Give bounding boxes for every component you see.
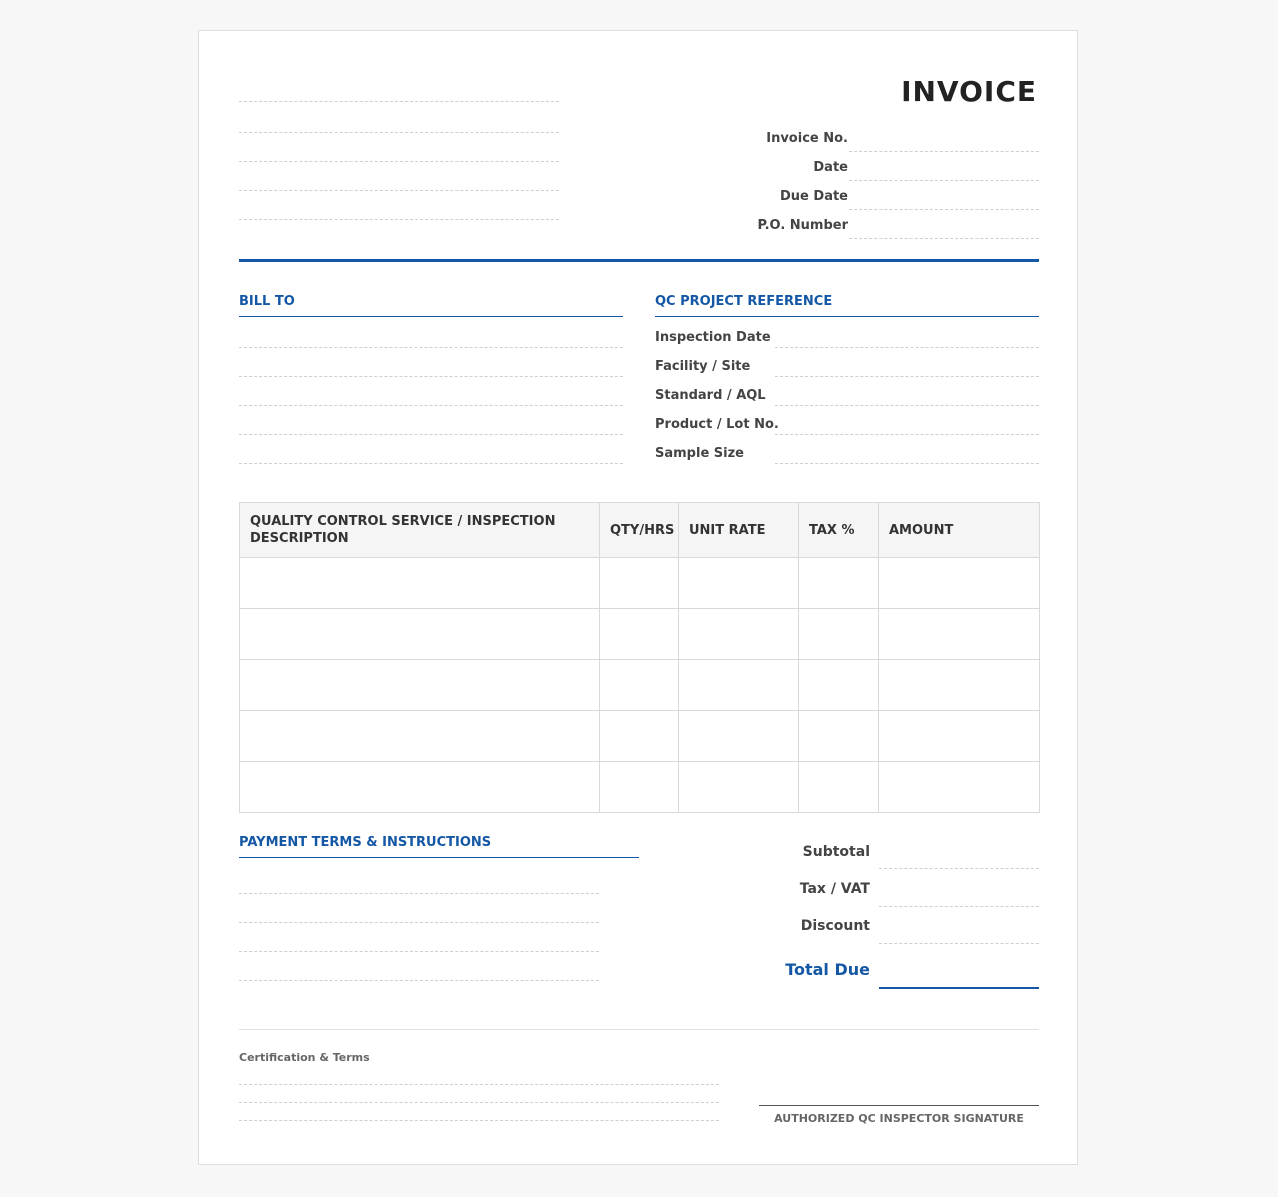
certification-terms-label: Certification & Terms <box>239 1051 370 1064</box>
po-number-label: P.O. Number <box>757 218 848 233</box>
rate-cell[interactable] <box>678 761 799 813</box>
amount-cell[interactable] <box>878 659 1040 711</box>
tax-cell[interactable] <box>798 761 879 813</box>
certification-line-3[interactable] <box>239 1120 719 1121</box>
description-column-header: QUALITY CONTROL SERVICE / INSPECTION DES… <box>239 502 600 558</box>
discount-field[interactable] <box>879 943 1039 944</box>
bill-to-line-1[interactable] <box>239 347 623 348</box>
bill-to-line-2[interactable] <box>239 376 623 377</box>
due-date-label: Due Date <box>780 189 848 204</box>
date-field[interactable] <box>849 180 1039 181</box>
bill-to-line-4[interactable] <box>239 434 623 435</box>
tax-cell[interactable] <box>798 557 879 609</box>
table-row <box>239 659 1040 711</box>
bill-to-line-5[interactable] <box>239 463 623 464</box>
qc-project-reference-heading: QC PROJECT REFERENCE <box>655 294 833 309</box>
description-cell[interactable] <box>239 710 600 762</box>
certification-line-1[interactable] <box>239 1084 719 1085</box>
standard-aql-label: Standard / AQL <box>655 388 766 403</box>
description-cell[interactable] <box>239 608 600 660</box>
total-due-field[interactable] <box>879 987 1039 989</box>
invoice-page: INVOICE Invoice No. Date Due Date P.O. N… <box>198 30 1078 1165</box>
payment-line-3[interactable] <box>239 951 599 952</box>
unit-rate-column-header: UNIT RATE <box>678 502 799 558</box>
qty-hrs-column-header: QTY/HRS <box>599 502 679 558</box>
rate-cell[interactable] <box>678 608 799 660</box>
line-items-table: QUALITY CONTROL SERVICE / INSPECTION DES… <box>239 502 1040 813</box>
product-lot-field[interactable] <box>775 434 1039 435</box>
bill-to-line-3[interactable] <box>239 405 623 406</box>
invoice-number-label: Invoice No. <box>766 131 848 146</box>
amount-cell[interactable] <box>878 761 1040 813</box>
description-cell[interactable] <box>239 761 600 813</box>
tax-cell[interactable] <box>798 659 879 711</box>
signature-label: AUTHORIZED QC INSPECTOR SIGNATURE <box>774 1112 1024 1125</box>
tax-column-header: TAX % <box>798 502 879 558</box>
description-cell[interactable] <box>239 659 600 711</box>
payment-line-1[interactable] <box>239 893 599 894</box>
tax-cell[interactable] <box>798 608 879 660</box>
qty-cell[interactable] <box>599 761 679 813</box>
inspection-date-label: Inspection Date <box>655 330 771 345</box>
amount-cell[interactable] <box>878 710 1040 762</box>
table-row <box>239 557 1040 609</box>
company-line-3[interactable] <box>239 161 559 162</box>
company-line-2[interactable] <box>239 132 559 133</box>
company-line-5[interactable] <box>239 219 559 220</box>
footer-divider <box>239 1029 1039 1030</box>
sample-size-field[interactable] <box>775 463 1039 464</box>
payment-line-2[interactable] <box>239 922 599 923</box>
invoice-title: INVOICE <box>901 75 1037 108</box>
amount-cell[interactable] <box>878 608 1040 660</box>
bill-to-underline <box>239 316 623 317</box>
payment-line-4[interactable] <box>239 980 599 981</box>
standard-aql-field[interactable] <box>775 405 1039 406</box>
discount-label: Discount <box>800 918 870 934</box>
subtotal-label: Subtotal <box>802 844 870 860</box>
qty-cell[interactable] <box>599 659 679 711</box>
description-cell[interactable] <box>239 557 600 609</box>
facility-site-field[interactable] <box>775 376 1039 377</box>
company-line-1[interactable] <box>239 101 559 102</box>
rate-cell[interactable] <box>678 710 799 762</box>
due-date-field[interactable] <box>849 209 1039 210</box>
date-label: Date <box>813 160 848 175</box>
amount-column-header: AMOUNT <box>878 502 1040 558</box>
payment-terms-heading: PAYMENT TERMS & INSTRUCTIONS <box>239 835 492 850</box>
tax-vat-label: Tax / VAT <box>799 881 870 897</box>
amount-cell[interactable] <box>878 557 1040 609</box>
tax-vat-field[interactable] <box>879 906 1039 907</box>
inspection-date-field[interactable] <box>775 347 1039 348</box>
invoice-number-field[interactable] <box>849 151 1039 152</box>
table-row <box>239 761 1040 813</box>
company-line-4[interactable] <box>239 190 559 191</box>
facility-site-label: Facility / Site <box>655 359 751 374</box>
po-number-field[interactable] <box>849 238 1039 239</box>
qty-cell[interactable] <box>599 557 679 609</box>
qty-cell[interactable] <box>599 710 679 762</box>
tax-cell[interactable] <box>798 710 879 762</box>
certification-line-2[interactable] <box>239 1102 719 1103</box>
rate-cell[interactable] <box>678 659 799 711</box>
subtotal-field[interactable] <box>879 868 1039 869</box>
total-due-label: Total Due <box>785 960 870 979</box>
table-row <box>239 710 1040 762</box>
bill-to-heading: BILL TO <box>239 294 295 309</box>
signature-line[interactable] <box>759 1105 1039 1106</box>
product-lot-label: Product / Lot No. <box>655 417 779 432</box>
table-row <box>239 608 1040 660</box>
payment-terms-underline <box>239 857 639 858</box>
sample-size-label: Sample Size <box>655 446 744 461</box>
qty-cell[interactable] <box>599 608 679 660</box>
qc-project-reference-underline <box>655 316 1039 317</box>
table-header-row: QUALITY CONTROL SERVICE / INSPECTION DES… <box>239 502 1040 558</box>
rate-cell[interactable] <box>678 557 799 609</box>
header-divider <box>239 259 1039 262</box>
